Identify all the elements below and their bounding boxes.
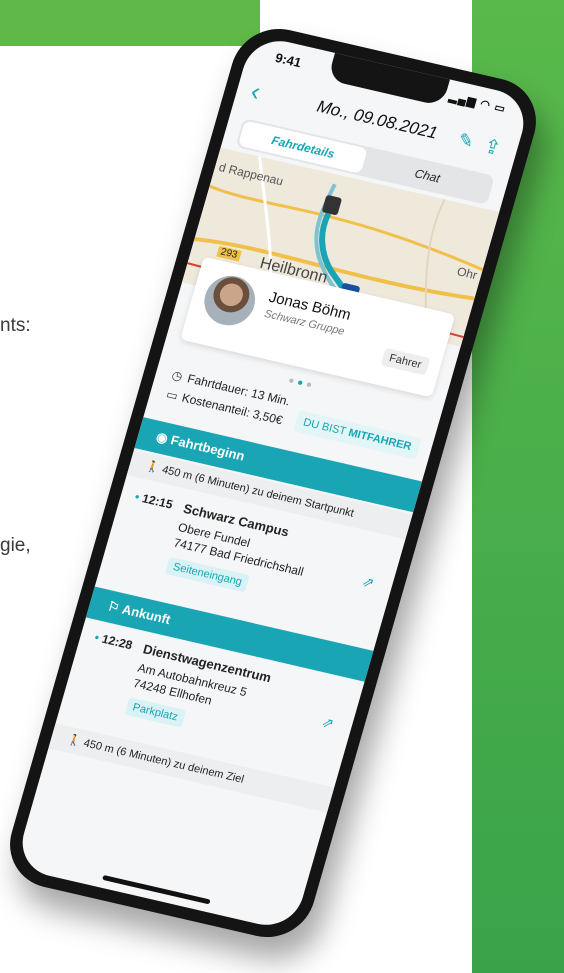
pager-dot[interactable]: ● bbox=[304, 379, 316, 392]
arrival-tag: Parkplatz bbox=[124, 697, 186, 728]
location-pin-icon: ◉ bbox=[154, 428, 170, 446]
navigation-icon[interactable]: ⇗ bbox=[360, 573, 376, 592]
status-badge: DU BIST MITFAHRER bbox=[292, 409, 422, 460]
walking-icon: 🚶 bbox=[65, 733, 83, 749]
status-icons: ▂▄▆ ◠ ▭ bbox=[447, 91, 508, 116]
app-screen: 9:41 ▂▄▆ ◠ ▭ ‹ Mo., 09.08.2021 ✎ ⇪ Fahrd… bbox=[14, 34, 532, 932]
section-arrival-title: Ankunft bbox=[120, 601, 173, 628]
background-text-fragment: gie, bbox=[0, 535, 31, 556]
brand-banner bbox=[0, 0, 260, 46]
phone-mockup: 9:41 ▂▄▆ ◠ ▭ ‹ Mo., 09.08.2021 ✎ ⇪ Fahrd… bbox=[0, 19, 547, 947]
arrival-time: • 12:28 bbox=[92, 630, 135, 653]
walking-icon: 🚶 bbox=[144, 460, 161, 475]
avatar bbox=[198, 270, 261, 331]
background-text-fragment: nts: bbox=[0, 315, 31, 336]
start-time: • 12:15 bbox=[133, 489, 175, 512]
status-badge-role: MITFAHRER bbox=[346, 426, 413, 453]
flag-icon: ⚐ bbox=[105, 598, 122, 616]
role-badge: Fahrer bbox=[380, 347, 431, 376]
status-time: 9:41 bbox=[273, 49, 304, 71]
status-badge-prefix: DU BIST bbox=[301, 416, 351, 439]
navigation-icon[interactable]: ⇗ bbox=[320, 714, 336, 733]
section-start-title: Fahrtbeginn bbox=[169, 432, 247, 464]
